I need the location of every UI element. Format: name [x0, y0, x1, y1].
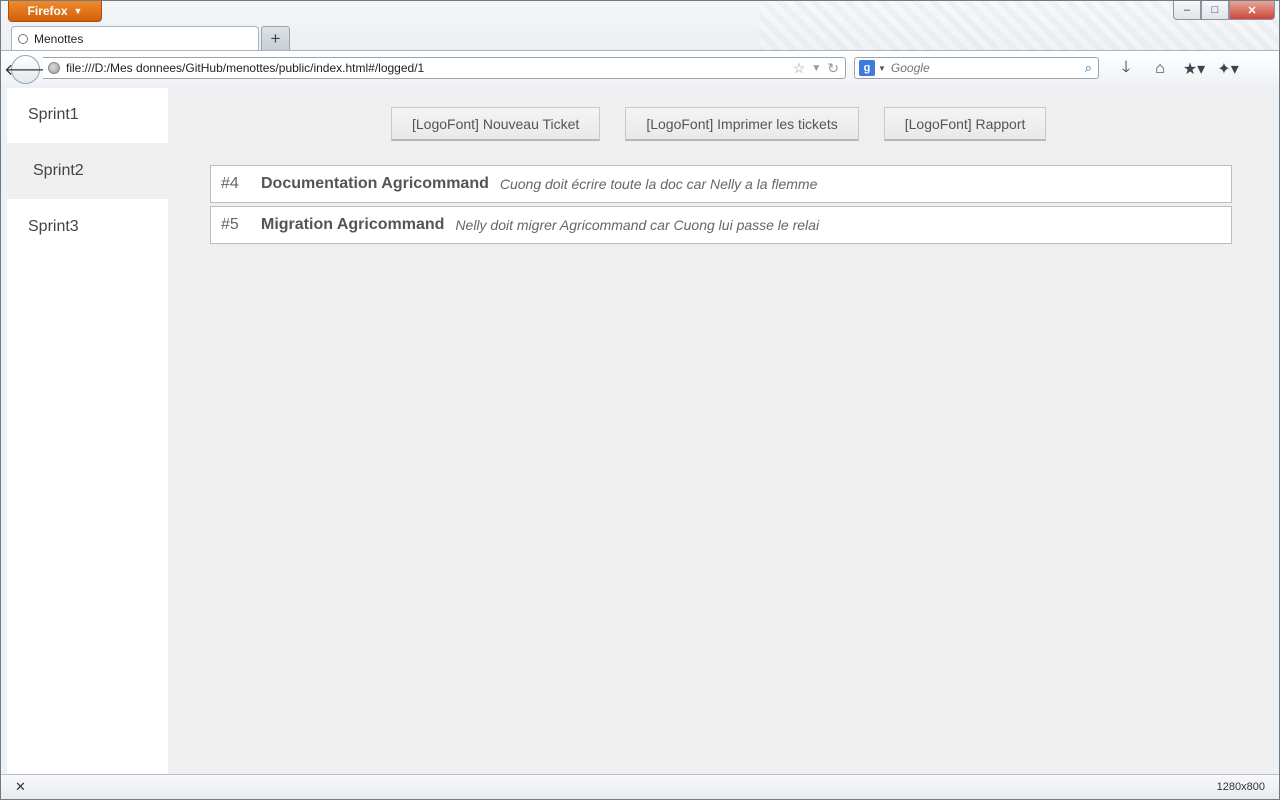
ticket-title: Migration Agricommand	[261, 216, 445, 233]
chevron-down-icon[interactable]: ▼	[878, 64, 886, 73]
download-icon[interactable]: 🡓	[1109, 57, 1143, 81]
close-icon[interactable]: ✕	[15, 779, 26, 795]
addon-icon[interactable]: ✦▾	[1211, 57, 1245, 81]
window-controls: – □ ✕	[1173, 1, 1275, 20]
browser-window: Firefox ▼ – □ ✕ Menottes + 🡐 ☆ ▼ ↻ g ▼ ⌕	[0, 0, 1280, 800]
sidebar-item-sprint1[interactable]: Sprint1	[7, 87, 168, 143]
print-tickets-button[interactable]: [LogoFont] Imprimer les tickets	[625, 107, 859, 141]
reload-icon[interactable]: ↻	[827, 60, 839, 77]
ticket-list: #4 Documentation Agricommand Cuong doit …	[210, 165, 1232, 247]
search-input[interactable]	[890, 61, 1085, 75]
ticket-row[interactable]: #4 Documentation Agricommand Cuong doit …	[210, 165, 1232, 203]
sidebar-item-label: Sprint3	[28, 218, 79, 235]
status-bar: ✕ 1280x800	[1, 774, 1279, 799]
window-size-label: 1280x800	[1216, 781, 1265, 793]
search-icon[interactable]: ⌕	[1085, 60, 1098, 76]
firefox-menu-label: Firefox	[27, 4, 68, 18]
back-button[interactable]: 🡐	[4, 55, 47, 84]
url-bar-icons: ☆ ▼ ↻	[793, 60, 845, 77]
browser-tab[interactable]: Menottes	[11, 26, 259, 50]
ticket-row[interactable]: #5 Migration Agricommand Nelly doit migr…	[210, 206, 1232, 244]
ticket-title: Documentation Agricommand	[261, 175, 489, 192]
ticket-description: Cuong doit écrire toute la doc car Nelly…	[499, 176, 818, 192]
bookmarks-menu-icon[interactable]: ★▾	[1177, 57, 1211, 81]
action-buttons: [LogoFont] Nouveau Ticket [LogoFont] Imp…	[391, 107, 1047, 141]
sidebar-item-sprint2[interactable]: Sprint2	[7, 143, 168, 199]
google-engine-icon[interactable]: g	[859, 60, 875, 76]
star-icon[interactable]: ☆	[793, 60, 806, 77]
new-ticket-button[interactable]: [LogoFont] Nouveau Ticket	[391, 107, 601, 141]
url-input[interactable]	[66, 61, 793, 75]
ticket-number: #5	[221, 216, 239, 233]
tab-title: Menottes	[34, 31, 84, 46]
firefox-menu-button[interactable]: Firefox ▼	[8, 1, 102, 22]
globe-icon	[48, 62, 60, 74]
sidebar-item-label: Sprint1	[28, 106, 79, 123]
sidebar-item-sprint3[interactable]: Sprint3	[7, 199, 168, 255]
tab-loading-icon	[18, 33, 28, 44]
sprint-sidebar: Sprint1 Sprint2 Sprint3	[7, 87, 168, 774]
ticket-number: #4	[221, 175, 239, 192]
ticket-description: Nelly doit migrer Agricommand car Cuong …	[455, 217, 820, 233]
toolbar-icons: 🡓 ⌂ ★▾ ✦▾	[1109, 57, 1245, 81]
page-content: Sprint1 Sprint2 Sprint3 [LogoFont] Nouve…	[7, 87, 1274, 774]
maximize-button[interactable]: □	[1201, 1, 1229, 20]
back-arrow-icon: 🡐	[4, 62, 47, 79]
search-bar[interactable]: g ▼ ⌕	[854, 57, 1099, 79]
close-window-button[interactable]: ✕	[1229, 1, 1275, 20]
navigation-bar: 🡐 ☆ ▼ ↻ g ▼ ⌕ 🡓 ⌂ ★▾ ✦▾	[1, 50, 1279, 88]
new-tab-button[interactable]: +	[261, 26, 290, 51]
chevron-down-icon: ▼	[73, 6, 83, 16]
sidebar-item-label: Sprint2	[33, 162, 84, 179]
home-icon[interactable]: ⌂	[1143, 57, 1177, 81]
url-bar[interactable]: ☆ ▼ ↻	[43, 57, 846, 79]
minimize-button[interactable]: –	[1173, 1, 1201, 20]
report-button[interactable]: [LogoFont] Rapport	[883, 107, 1047, 141]
chevron-down-icon[interactable]: ▼	[811, 63, 821, 74]
